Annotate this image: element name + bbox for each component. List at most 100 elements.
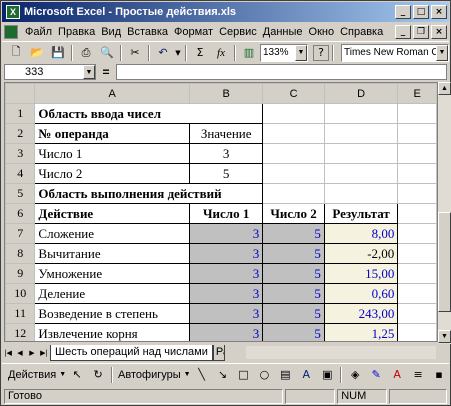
save-icon[interactable]: 💾 [48, 44, 68, 62]
menu-file[interactable]: Файл [22, 26, 55, 38]
row-header[interactable]: 2 [5, 123, 36, 144]
cell-c4[interactable] [262, 163, 325, 184]
cell-b12[interactable]: 3 [189, 323, 264, 341]
next-sheet-icon[interactable]: ▶ [26, 346, 38, 360]
menu-view[interactable]: Вид [98, 26, 124, 38]
menu-insert[interactable]: Вставка [124, 26, 171, 38]
doc-restore-button[interactable]: ❐ [413, 25, 429, 39]
cell-b6[interactable]: Число 1 [189, 203, 264, 224]
zoom-combo[interactable]: 133% ▼ [260, 43, 308, 62]
cell-b8[interactable]: 3 [189, 243, 264, 264]
cell-a3[interactable]: Число 1 [34, 143, 191, 164]
preview-icon[interactable]: 🔍 [97, 44, 117, 62]
cell-e2[interactable] [397, 123, 437, 144]
cell-a7[interactable]: Сложение [34, 223, 191, 244]
cell-d4[interactable] [323, 163, 399, 184]
first-sheet-icon[interactable]: |◀ [2, 346, 14, 360]
cell-d7[interactable]: 8,00 [323, 223, 399, 244]
cell-a1[interactable]: Область ввода чисел [34, 103, 264, 124]
print-icon[interactable]: ⎙ [76, 44, 96, 62]
cell-d11[interactable]: 243,00 [323, 303, 399, 324]
cell-d2[interactable] [323, 123, 399, 144]
scroll-thumb[interactable] [438, 212, 451, 312]
cell-c11[interactable]: 5 [262, 303, 325, 324]
cell-e3[interactable] [397, 143, 437, 164]
actions-menu[interactable]: Действия [6, 369, 58, 381]
fill-color-icon[interactable]: ◈ [345, 366, 365, 384]
line-color-icon[interactable]: ✎ [366, 366, 386, 384]
cell-c12[interactable]: 5 [262, 323, 325, 341]
last-sheet-icon[interactable]: ▶| [38, 346, 50, 360]
cell-a6[interactable]: Действие [34, 203, 191, 224]
cell-b9[interactable]: 3 [189, 263, 264, 284]
wordart-icon[interactable]: A [296, 366, 316, 384]
row-header[interactable]: 9 [5, 263, 36, 284]
cell-b11[interactable]: 3 [189, 303, 264, 324]
cell-a5[interactable]: Область выполнения действий [34, 183, 264, 204]
cell-b7[interactable]: 3 [189, 223, 264, 244]
cell-c8[interactable]: 5 [262, 243, 325, 264]
column-header-e[interactable]: E [397, 83, 437, 104]
oval-icon[interactable]: ○ [254, 366, 274, 384]
cell-c10[interactable]: 5 [262, 283, 325, 304]
row-header[interactable]: 10 [5, 283, 36, 304]
cell-d10[interactable]: 0,60 [323, 283, 399, 304]
cell-e1[interactable] [397, 103, 437, 124]
prev-sheet-icon[interactable]: ◀ [14, 346, 26, 360]
cell-d1[interactable] [323, 103, 399, 124]
cell-a12[interactable]: Извлечение корня [34, 323, 191, 341]
cell-e10[interactable] [397, 283, 437, 304]
cell-d12[interactable]: 1,25 [323, 323, 399, 341]
column-header-d[interactable]: D [323, 83, 399, 104]
arrow-icon[interactable]: ↘ [213, 366, 233, 384]
row-header[interactable]: 1 [5, 103, 36, 124]
autosum-button[interactable]: Σ [190, 44, 210, 62]
cell-c2[interactable] [262, 123, 325, 144]
row-header[interactable]: 12 [5, 323, 36, 341]
row-header[interactable]: 8 [5, 243, 36, 264]
chevron-down-icon[interactable]: ▼ [83, 65, 95, 79]
cell-a11[interactable]: Возведение в степень [34, 303, 191, 324]
cell-b2[interactable]: Значение [189, 123, 264, 144]
horizontal-scrollbar[interactable] [246, 346, 436, 359]
clipart-icon[interactable]: ▣ [317, 366, 337, 384]
sheet-tab-active[interactable]: Шесть операций над числами [50, 344, 213, 361]
cell-c3[interactable] [262, 143, 325, 164]
new-icon[interactable]: 🗋 [6, 44, 26, 62]
cell-a2[interactable]: № операнда [34, 123, 191, 144]
open-icon[interactable]: 📂 [27, 44, 47, 62]
cell-e8[interactable] [397, 243, 437, 264]
row-header[interactable]: 7 [5, 223, 36, 244]
vertical-scrollbar[interactable]: ▲ ▼ [438, 82, 451, 344]
undo-icon[interactable]: ↶ [153, 44, 173, 62]
column-header-c[interactable]: C [262, 83, 325, 104]
cell-c1[interactable] [262, 103, 325, 124]
rectangle-icon[interactable]: □ [233, 366, 253, 384]
line-icon[interactable]: ╲ [192, 366, 212, 384]
menu-tools[interactable]: Сервис [216, 26, 260, 38]
minimize-button[interactable]: _ [395, 5, 411, 19]
cell-e5[interactable] [397, 183, 437, 204]
cell-e9[interactable] [397, 263, 437, 284]
row-header[interactable]: 3 [5, 143, 36, 164]
rotate-icon[interactable]: ↻ [88, 366, 108, 384]
cell-c7[interactable]: 5 [262, 223, 325, 244]
cell-c9[interactable]: 5 [262, 263, 325, 284]
cell-c6[interactable]: Число 2 [262, 203, 325, 224]
chevron-down-icon[interactable]: ▼ [436, 44, 448, 61]
cell-e4[interactable] [397, 163, 437, 184]
workbook-icon[interactable] [4, 25, 18, 39]
cell-a4[interactable]: Число 2 [34, 163, 191, 184]
equals-sign[interactable]: = [96, 65, 116, 79]
cell-a9[interactable]: Умножение [34, 263, 191, 284]
font-color-icon[interactable]: A [387, 366, 407, 384]
cell-d6[interactable]: Результат [323, 203, 399, 224]
chevron-down-icon[interactable]: ▼ [295, 44, 307, 61]
scroll-up-icon[interactable]: ▲ [438, 82, 451, 95]
menu-data[interactable]: Данные [260, 26, 306, 38]
sheet-tab-next[interactable]: Ра [212, 344, 225, 361]
cell-e12[interactable] [397, 323, 437, 341]
cell-d5[interactable] [323, 183, 399, 204]
cell-e11[interactable] [397, 303, 437, 324]
maximize-button[interactable]: □ [413, 5, 429, 19]
